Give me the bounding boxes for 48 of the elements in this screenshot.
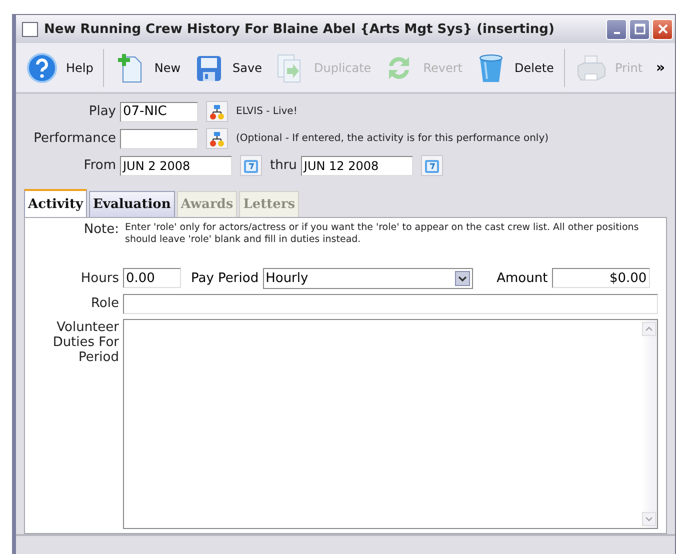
help-icon [26,52,58,84]
hours-field[interactable]: 0.00 [123,268,181,288]
tab[interactable]: Activity [24,189,87,217]
thru-date-field[interactable]: JUN 12 2008 [300,156,413,176]
save-button[interactable]: Save [188,50,266,86]
maximize-button[interactable] [629,18,650,40]
hierarchy-icon [209,130,225,146]
hierarchy-icon [209,104,225,120]
minimize-button[interactable] [606,18,627,40]
new-button[interactable]: New [110,50,185,86]
field-label: Hours [80,270,119,286]
field-label: Amount [496,270,548,286]
field-label: Performance [32,131,116,146]
more-tools-button[interactable]: » [656,60,669,76]
lookup-button[interactable] [206,101,228,122]
performance-field[interactable] [120,128,198,148]
close-icon [656,23,668,35]
calendar-icon [424,158,440,174]
window-icon [22,22,38,36]
tab[interactable]: Evaluation [89,191,175,217]
window-title: New Running Crew History For Blaine Abel {Arts Mgt Sys} (inserting) [44,22,556,36]
play-description: ELVIS - Live! [236,106,298,117]
maximize-icon [634,23,646,35]
field-label: Volunteer Duties For Period [52,318,119,367]
field-label: Pay Period [191,270,259,286]
close-button[interactable] [652,18,673,40]
field-label: Play [88,104,116,119]
note-text: Enter 'role' only for actors/actress or if you want the 'role' to appear on the cast crew list. All other positions should leave 'role' blank and fill in duties instead. [124,222,640,247]
role-field[interactable] [123,294,658,314]
field-label: Role [90,296,119,312]
performance-hint: (Optional - If entered, the activity is for this performance only) [236,133,549,144]
delete-button[interactable]: Delete [470,50,558,86]
lookup-button[interactable] [206,128,228,149]
pay-period-dropdown[interactable]: Hourly [262,268,473,289]
scroll-down-icon[interactable] [642,512,656,526]
calendar-button[interactable] [420,155,443,176]
play-field[interactable]: 07-NIC [120,102,198,122]
minimize-icon [614,32,620,34]
field-label: From [82,158,116,173]
scroll-up-icon[interactable] [642,322,656,336]
amount-field[interactable]: $0.00 [552,268,650,288]
note-label: Note: [82,222,119,237]
calendar-button[interactable] [240,155,262,176]
scrollbar[interactable] [641,320,657,528]
field-label: thru [270,158,297,173]
calendar-icon [243,158,259,174]
help-button[interactable]: Help [22,50,98,86]
from-date-field[interactable]: JUN 2 2008 [120,156,232,176]
